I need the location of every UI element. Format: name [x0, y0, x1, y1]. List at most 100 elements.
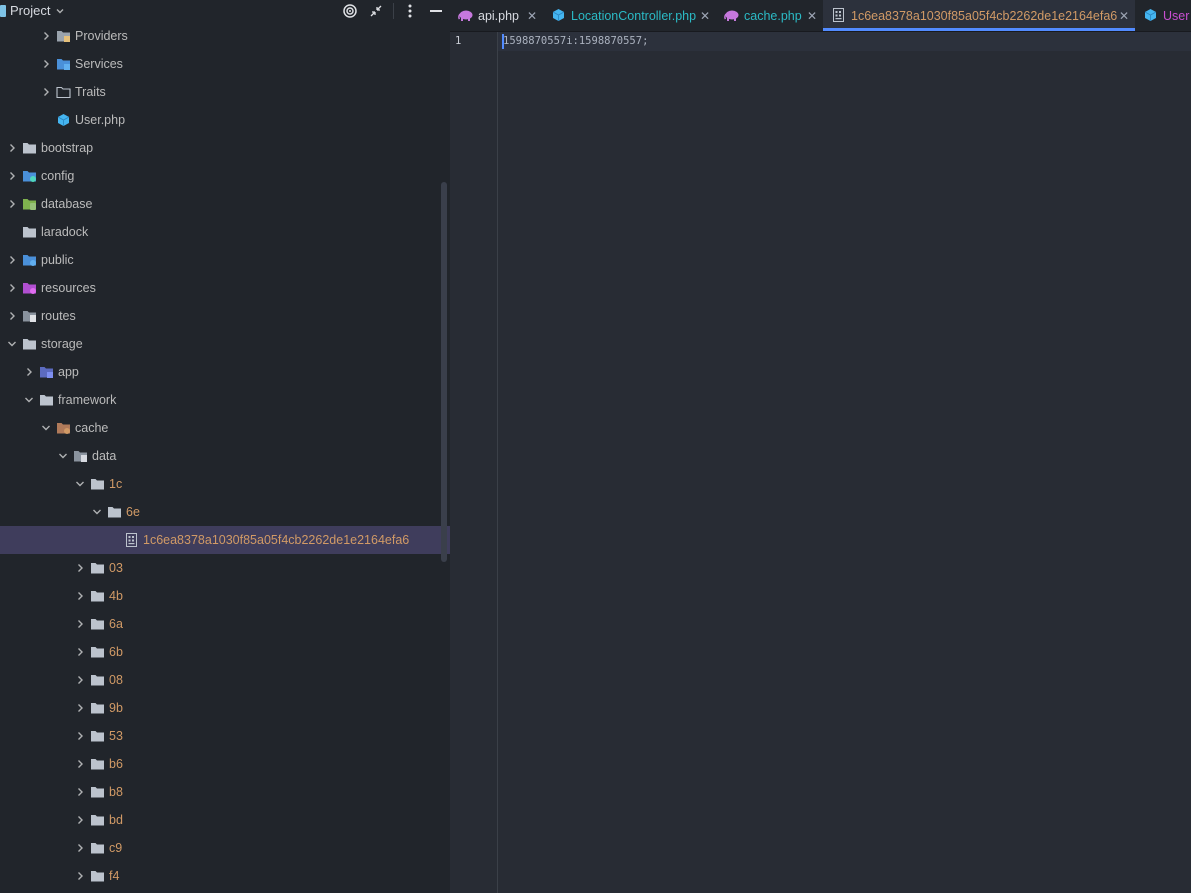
chevron-right-icon[interactable] — [6, 142, 18, 154]
chevron-right-icon[interactable] — [6, 254, 18, 266]
more-options-icon[interactable] — [401, 2, 419, 20]
folder-icon — [22, 337, 37, 351]
tree-item-label: data — [92, 449, 117, 463]
chevron-right-icon[interactable] — [74, 870, 86, 882]
tree-item-1c[interactable]: 1c — [0, 470, 450, 498]
chevron-right-icon[interactable] — [74, 562, 86, 574]
tree-item-bd[interactable]: bd — [0, 806, 450, 834]
tree-item-f4[interactable]: f4 — [0, 862, 450, 890]
tree-item-6e[interactable]: 6e — [0, 498, 450, 526]
tree-item-public[interactable]: public — [0, 246, 450, 274]
tree-item-config[interactable]: config — [0, 162, 450, 190]
chevron-right-icon[interactable] — [40, 30, 52, 42]
tree-item-label: database — [41, 197, 93, 211]
tree-item-Services[interactable]: Services — [0, 50, 450, 78]
close-tab-icon[interactable]: ✕ — [700, 9, 710, 23]
chevron-right-icon[interactable] — [74, 786, 86, 798]
php-class-icon — [1143, 8, 1158, 22]
header-divider — [393, 3, 394, 19]
tree-item-label: 1c6ea8378a1030f85a05f4cb2262de1e2164efa6 — [143, 533, 410, 547]
chevron-right-icon[interactable] — [23, 366, 35, 378]
editor-tab-1c6ea8378a1030f85a05f4cb2262de1e2164efa6[interactable]: 1c6ea8378a1030f85a05f4cb2262de1e2164efa6… — [823, 0, 1135, 31]
editor-tab-LocationController.php[interactable]: LocationController.php ✕ — [543, 0, 716, 31]
tree-item-6a[interactable]: 6a — [0, 610, 450, 638]
editor-tab-User[interactable]: User — [1135, 0, 1191, 31]
tree-item-08[interactable]: 08 — [0, 666, 450, 694]
chevron-right-icon[interactable] — [6, 198, 18, 210]
tree-scrollbar[interactable] — [441, 182, 447, 562]
chevron-right-icon[interactable] — [74, 730, 86, 742]
tree-item-label: 1c — [109, 477, 123, 491]
tree-item-c9[interactable]: c9 — [0, 834, 450, 862]
minimize-icon[interactable] — [427, 2, 445, 20]
tree-item-Providers[interactable]: Providers — [0, 22, 450, 50]
tab-label: 1c6ea8378a1030f85a05f4cb2262de1e2164efa6 — [851, 9, 1118, 23]
tree-item-cache[interactable]: cache — [0, 414, 450, 442]
chevron-down-icon[interactable] — [91, 506, 103, 518]
chevron-right-icon[interactable] — [40, 86, 52, 98]
tree-item-framework[interactable]: framework — [0, 386, 450, 414]
tree-item-Traits[interactable]: Traits — [0, 78, 450, 106]
project-view-icon — [0, 4, 6, 17]
chevron-down-icon[interactable] — [23, 394, 35, 406]
close-tab-icon[interactable]: ✕ — [527, 9, 537, 23]
chevron-down-icon[interactable] — [74, 478, 86, 490]
tree-item-label: f4 — [109, 869, 120, 883]
folder-icon — [90, 477, 105, 491]
chevron-down-icon[interactable] — [6, 338, 18, 350]
folder-icon — [90, 645, 105, 659]
tree-item-label: Services — [75, 57, 123, 71]
chevron-right-icon[interactable] — [6, 170, 18, 182]
tree-item-bootstrap[interactable]: bootstrap — [0, 134, 450, 162]
chevron-right-icon[interactable] — [74, 590, 86, 602]
tree-item-database[interactable]: database — [0, 190, 450, 218]
tree-item-app[interactable]: app — [0, 358, 450, 386]
tree-item-53[interactable]: 53 — [0, 722, 450, 750]
chevron-right-icon[interactable] — [74, 674, 86, 686]
chevron-right-icon[interactable] — [40, 58, 52, 70]
chevron-right-icon[interactable] — [74, 646, 86, 658]
close-tab-icon[interactable]: ✕ — [1119, 9, 1129, 23]
php-class-icon — [56, 113, 71, 127]
code-editor[interactable]: 1 1598870557i:1598870557; — [450, 32, 1191, 893]
tree-item-4b[interactable]: 4b — [0, 582, 450, 610]
chevron-right-icon[interactable] — [74, 842, 86, 854]
tree-item-laradock[interactable]: laradock — [0, 218, 450, 246]
tree-item-data[interactable]: data — [0, 442, 450, 470]
tree-item-routes[interactable]: routes — [0, 302, 450, 330]
folder-data-icon — [73, 449, 88, 463]
tree-item-b6[interactable]: b6 — [0, 750, 450, 778]
project-view-selector[interactable]: Project — [0, 3, 66, 18]
target-icon[interactable] — [341, 2, 359, 20]
editor-tab-api.php[interactable]: api.php ✕ — [450, 0, 543, 31]
chevron-right-icon[interactable] — [6, 310, 18, 322]
tree-item-03[interactable]: 03 — [0, 554, 450, 582]
tree-item-1c6ea8378a1030f85a05f4cb2262de1e2164efa6[interactable]: 1c6ea8378a1030f85a05f4cb2262de1e2164efa6 — [0, 526, 450, 554]
tree-item-label: c9 — [109, 841, 123, 855]
tree-item-label: Traits — [75, 85, 106, 99]
tab-label: cache.php — [744, 9, 802, 23]
tree-item-User.php[interactable]: User.php — [0, 106, 450, 134]
tree-item-storage[interactable]: storage — [0, 330, 450, 358]
chevron-right-icon[interactable] — [6, 282, 18, 294]
chevron-right-icon[interactable] — [74, 702, 86, 714]
folder-routes-icon — [22, 309, 37, 323]
php-elephant-icon — [458, 8, 473, 22]
tree-item-resources[interactable]: resources — [0, 274, 450, 302]
tree-item-label: 6a — [109, 617, 123, 631]
tree-item-9b[interactable]: 9b — [0, 694, 450, 722]
chevron-right-icon[interactable] — [74, 758, 86, 770]
chevron-down-icon[interactable] — [40, 422, 52, 434]
chevron-right-icon[interactable] — [74, 618, 86, 630]
text-file-icon — [124, 533, 139, 547]
chevron-down-icon[interactable] — [57, 450, 69, 462]
tree-item-label: Providers — [75, 29, 128, 43]
tree-item-b8[interactable]: b8 — [0, 778, 450, 806]
folder-icon — [90, 617, 105, 631]
code-line-1[interactable]: 1598870557i:1598870557; — [503, 35, 648, 47]
collapse-all-icon[interactable] — [367, 2, 385, 20]
tree-item-6b[interactable]: 6b — [0, 638, 450, 666]
close-tab-icon[interactable]: ✕ — [807, 9, 817, 23]
editor-tab-cache.php[interactable]: cache.php ✕ — [716, 0, 823, 31]
chevron-right-icon[interactable] — [74, 814, 86, 826]
